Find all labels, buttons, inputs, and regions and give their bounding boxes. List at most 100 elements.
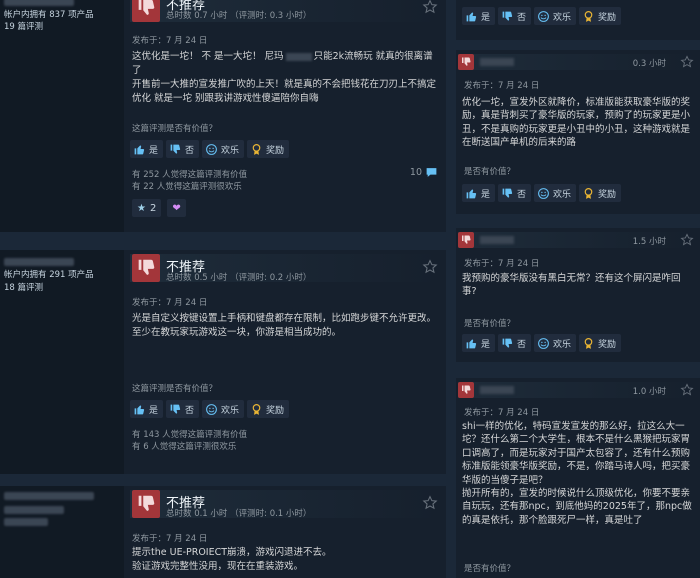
vote-no-button[interactable]: 否 bbox=[166, 400, 200, 418]
award-icon bbox=[582, 10, 595, 23]
thumbs-down-icon bbox=[458, 232, 474, 248]
comment-count-link[interactable]: 10 bbox=[410, 166, 438, 179]
review-text: 这优化是一坨！ 不 是一大坨！ 尼玛 只能2k流畅玩 就真的很离谱了 开售前一大推… bbox=[132, 50, 438, 106]
award-emoji-icon: ★ bbox=[137, 202, 146, 214]
vote-yes-button[interactable]: 是 bbox=[130, 140, 164, 158]
helpful-question: 这篇评测是否有价值？ bbox=[132, 124, 218, 134]
review-card: 帐户内拥有 291 项产品 18 篇评测 不推荐 总时数 0.5 小时 （评测时… bbox=[0, 250, 446, 474]
award-label: 奖励 bbox=[598, 12, 617, 23]
flag-icon[interactable] bbox=[680, 233, 694, 247]
comment-count: 10 bbox=[409, 167, 422, 178]
review-header: 1.0 小时 bbox=[458, 382, 696, 398]
helpful-question: 这篇评测是否有价值？ bbox=[132, 384, 218, 394]
reviewer-name-blurred[interactable] bbox=[480, 236, 514, 244]
vote-funny-button[interactable]: 欢乐 bbox=[534, 7, 577, 25]
award-button[interactable]: 奖励 bbox=[247, 140, 290, 158]
award-button[interactable]: 奖励 bbox=[579, 334, 622, 352]
reviewer-info bbox=[0, 486, 124, 578]
vote-funny-button[interactable]: 欢乐 bbox=[202, 400, 245, 418]
vote-no-button[interactable]: 否 bbox=[498, 7, 532, 25]
reviewer-meta-blurred[interactable] bbox=[4, 506, 64, 514]
review-count[interactable]: 19 篇评测 bbox=[4, 20, 43, 32]
review-header: 不推荐 总时数 0.5 小时 （评测时: 0.2 小时） bbox=[130, 254, 438, 283]
funny-icon bbox=[537, 10, 550, 23]
playtime: 总时数 0.1 小时 （评测时: 0.1 小时） bbox=[166, 509, 312, 519]
award-label: 奖励 bbox=[266, 145, 285, 156]
reviewer-name-blurred[interactable] bbox=[4, 0, 74, 6]
vote-yes-button[interactable]: 是 bbox=[462, 184, 496, 202]
flag-icon[interactable] bbox=[422, 495, 438, 511]
reviewer-name-blurred[interactable] bbox=[4, 258, 74, 266]
award-button[interactable]: 奖励 bbox=[247, 400, 290, 418]
playtime: 1.0 小时 bbox=[632, 387, 666, 397]
vote-yes-label: 是 bbox=[149, 145, 159, 156]
flag-icon[interactable] bbox=[422, 0, 438, 15]
vote-yes-button[interactable]: 是 bbox=[462, 334, 496, 352]
thumbs-down-icon bbox=[132, 490, 160, 518]
owned-products[interactable]: 帐户内拥有 837 项产品 bbox=[4, 8, 94, 20]
flag-icon[interactable] bbox=[680, 383, 694, 397]
award-badge[interactable]: ❤ bbox=[167, 199, 186, 217]
review-paragraph: shi一样的优化，特码宣发宣发的那么好，拉这么大一坨？还什么第二个大学生，根本不… bbox=[462, 421, 691, 486]
posted-date: 发布于：7 月 24 日 bbox=[132, 534, 208, 544]
funny-icon bbox=[205, 143, 218, 156]
helpful-count: 有 252 人觉得这篇评测有价值 bbox=[132, 170, 248, 180]
review-header: 1.5 小时 bbox=[458, 232, 696, 248]
reviewer-name-blurred[interactable] bbox=[4, 492, 94, 500]
reviewer-meta-blurred[interactable] bbox=[4, 518, 48, 526]
award-button[interactable]: 奖励 bbox=[579, 184, 622, 202]
review-card: 不推荐 总时数 0.1 小时 （评测时: 0.1 小时） 发布于：7 月 24 … bbox=[0, 486, 446, 578]
thumbs-up-icon bbox=[465, 187, 478, 200]
reviewer-info: 帐户内拥有 291 项产品 18 篇评测 bbox=[0, 250, 124, 474]
thumbs-down-icon bbox=[458, 382, 474, 398]
flag-icon[interactable] bbox=[680, 55, 694, 69]
posted-date: 发布于：7 月 24 日 bbox=[464, 259, 540, 269]
vote-yes-button[interactable]: 是 bbox=[462, 7, 496, 25]
vote-buttons: 是 否 欢乐 奖励 bbox=[462, 7, 622, 25]
vote-yes-label: 是 bbox=[149, 405, 159, 416]
thumbs-down-icon bbox=[169, 403, 182, 416]
vote-buttons: 是 否 欢乐 奖励 bbox=[130, 400, 290, 418]
reviewer-name-blurred[interactable] bbox=[480, 58, 514, 66]
award-label: 奖励 bbox=[266, 405, 285, 416]
vote-yes-label: 是 bbox=[481, 12, 491, 23]
award-button[interactable]: 奖励 bbox=[579, 7, 622, 25]
playtime: 1.5 小时 bbox=[632, 237, 666, 247]
award-icon bbox=[582, 187, 595, 200]
review-card-partial: 是 否 欢乐 奖励 bbox=[456, 0, 700, 40]
review-text: 优化一坨，宣发外区就降价，标准版能获取豪华版的奖励，真是背刺买了豪华版的玩家，预… bbox=[462, 97, 691, 149]
funny-icon bbox=[205, 403, 218, 416]
review-text: shi一样的优化，特码宣发宣发的那么好，拉这么大一坨？还什么第二个大学生，根本不… bbox=[462, 420, 692, 527]
review-card: 0.3 小时 发布于：7 月 24 日 优化一坨，宣发外区就降价，标准版能获取豪… bbox=[456, 50, 700, 214]
review-body: 不推荐 总时数 0.1 小时 （评测时: 0.1 小时） 发布于：7 月 24 … bbox=[124, 486, 446, 578]
vote-no-button[interactable]: 否 bbox=[498, 334, 532, 352]
separator bbox=[0, 474, 446, 486]
review-paragraph: 抛开所有的，宣发的时候说什么顶级优化，你要不要亲自玩玩，还有那npc，到底他妈的… bbox=[462, 488, 692, 526]
review-text: 我预购的豪华版没有黑白无常？还有这个屏闪是咋回事? bbox=[462, 273, 681, 298]
vote-yes-button[interactable]: 是 bbox=[130, 400, 164, 418]
reviewer-info: 帐户内拥有 837 项产品 19 篇评测 bbox=[0, 0, 124, 232]
reviewer-name-blurred[interactable] bbox=[480, 386, 514, 394]
vote-funny-button[interactable]: 欢乐 bbox=[202, 140, 245, 158]
flag-icon[interactable] bbox=[422, 259, 438, 275]
posted-date: 发布于：7 月 24 日 bbox=[132, 36, 208, 46]
funny-count: 有 6 人觉得这篇评测很欢乐 bbox=[132, 442, 237, 452]
helpful-question: 是否有价值？ bbox=[464, 564, 516, 574]
posted-date: 发布于：7 月 24 日 bbox=[132, 298, 208, 308]
review-card: 1.5 小时 发布于：7 月 24 日 我预购的豪华版没有黑白无常？还有这个屏闪… bbox=[456, 228, 700, 362]
award-badge[interactable]: ★ 2 bbox=[132, 199, 162, 217]
owned-products[interactable]: 帐户内拥有 291 项产品 bbox=[4, 268, 94, 280]
award-label: 奖励 bbox=[598, 189, 617, 200]
review-header: 不推荐 总时数 0.1 小时 （评测时: 0.1 小时） bbox=[130, 490, 438, 519]
review-paragraph: 至少在教玩家玩游戏这一块，你游是相当成功的。 bbox=[132, 327, 342, 338]
vote-funny-button[interactable]: 欢乐 bbox=[534, 184, 577, 202]
vote-no-button[interactable]: 否 bbox=[166, 140, 200, 158]
review-line: 这优化是一坨！ 不 是一大坨！ 尼玛 bbox=[132, 51, 284, 62]
vote-funny-label: 欢乐 bbox=[553, 12, 572, 23]
vote-funny-button[interactable]: 欢乐 bbox=[534, 334, 577, 352]
vote-no-button[interactable]: 否 bbox=[498, 184, 532, 202]
vote-buttons: 是 否 欢乐 奖励 bbox=[130, 140, 290, 158]
thumbs-down-icon bbox=[501, 187, 514, 200]
award-count: 2 bbox=[149, 202, 157, 214]
review-count[interactable]: 18 篇评测 bbox=[4, 281, 43, 293]
